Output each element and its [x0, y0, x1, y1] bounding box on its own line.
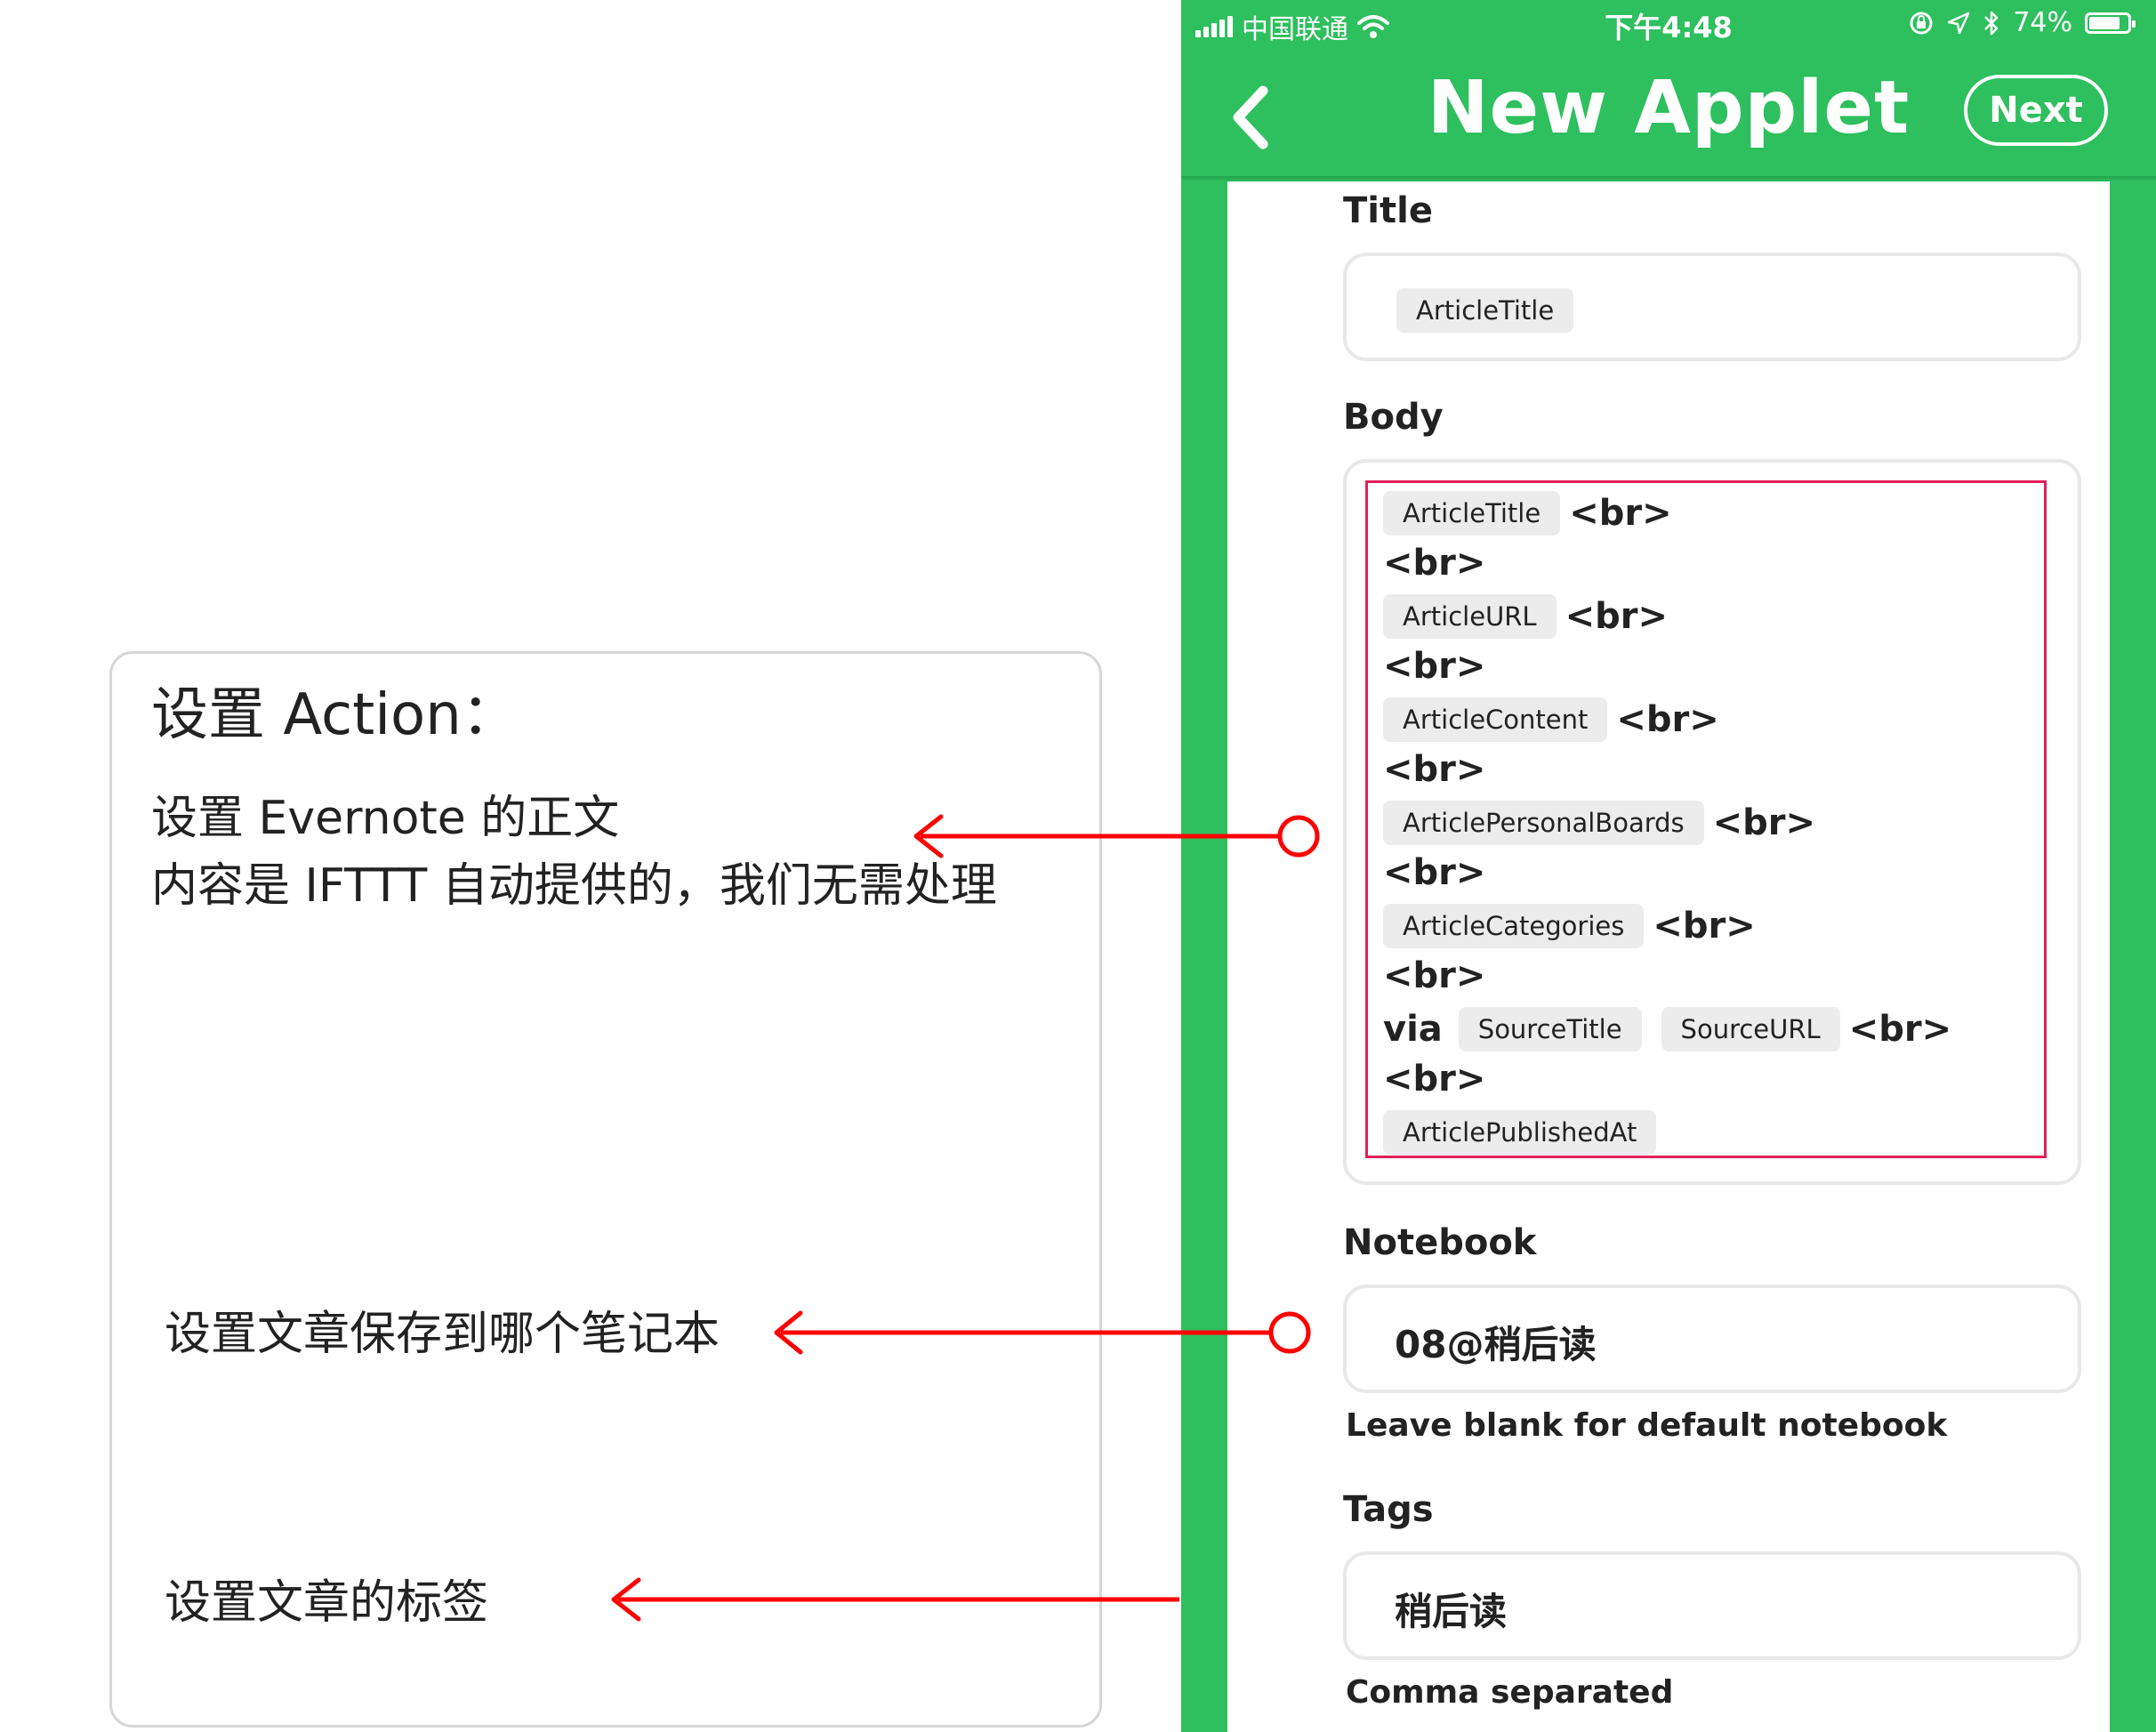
annotation-arrows — [611, 814, 1320, 1622]
notebook-arrow — [774, 1310, 1311, 1355]
body-arrow — [913, 814, 1320, 858]
tags-arrow — [611, 1577, 1179, 1622]
